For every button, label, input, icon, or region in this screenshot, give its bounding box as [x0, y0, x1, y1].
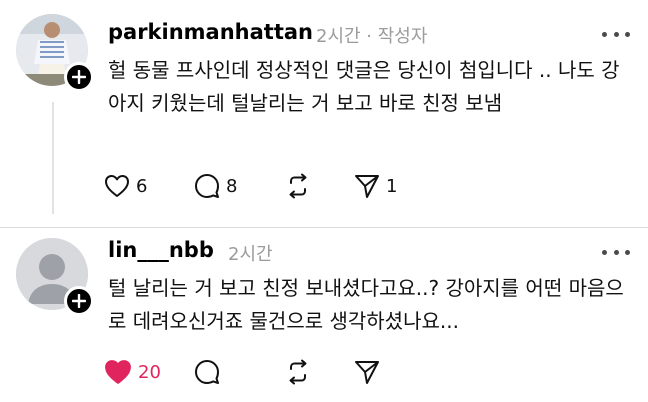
- thread-post: lin___nbb 2시간 털 날리는 거 보고 친정 보내셨다고요..? 강아…: [0, 228, 648, 402]
- like-count: 20: [138, 361, 161, 383]
- follow-button[interactable]: [64, 286, 94, 316]
- post-meta: 2시간: [228, 244, 273, 265]
- thread-post: parkinmanhattan 2시간 · 작성자 헐 동물 프사인데 정상적인…: [0, 0, 648, 228]
- comment-icon: [195, 174, 219, 198]
- share-count: 1: [386, 175, 398, 197]
- username[interactable]: lin___nbb: [108, 238, 214, 262]
- post-body: 털 날리는 거 보고 친정 보내셨다고요..? 강아지를 어떤 마음으로 데려오…: [108, 276, 624, 333]
- like-button[interactable]: 6: [104, 170, 194, 202]
- repost-button[interactable]: [284, 170, 354, 202]
- share-button[interactable]: [354, 356, 414, 388]
- heart-icon: [105, 175, 129, 197]
- plus-icon: [72, 70, 86, 84]
- more-options-button[interactable]: [602, 24, 630, 44]
- more-icon: [602, 31, 607, 37]
- like-count: 6: [136, 175, 148, 197]
- repost-icon: [289, 359, 307, 385]
- reply-button[interactable]: [194, 356, 284, 388]
- send-icon: [355, 361, 379, 384]
- avatar-container[interactable]: [16, 14, 94, 92]
- comment-icon: [195, 360, 219, 384]
- share-button[interactable]: 1: [354, 170, 414, 202]
- reply-button[interactable]: 8: [194, 170, 284, 202]
- more-icon: [602, 249, 607, 255]
- send-icon: [355, 175, 379, 198]
- avatar-container[interactable]: [16, 238, 94, 316]
- action-bar: 20: [104, 356, 414, 388]
- more-options-button[interactable]: [602, 242, 630, 262]
- repost-icon: [289, 173, 307, 199]
- heart-icon: [105, 360, 131, 384]
- follow-button[interactable]: [64, 62, 94, 92]
- thread-connector-line: [52, 102, 54, 214]
- post-meta: 2시간 · 작성자: [316, 26, 428, 47]
- repost-button[interactable]: [284, 356, 354, 388]
- reply-count: 8: [226, 175, 238, 197]
- post-body: 헐 동물 프사인데 정상적인 댓글은 당신이 첨입니다 .. 나도 강아지 키웠…: [108, 58, 620, 115]
- username[interactable]: parkinmanhattan: [108, 20, 313, 44]
- action-bar: 6 8 1: [104, 170, 414, 202]
- plus-icon: [72, 294, 86, 308]
- like-button[interactable]: 20: [104, 356, 194, 388]
